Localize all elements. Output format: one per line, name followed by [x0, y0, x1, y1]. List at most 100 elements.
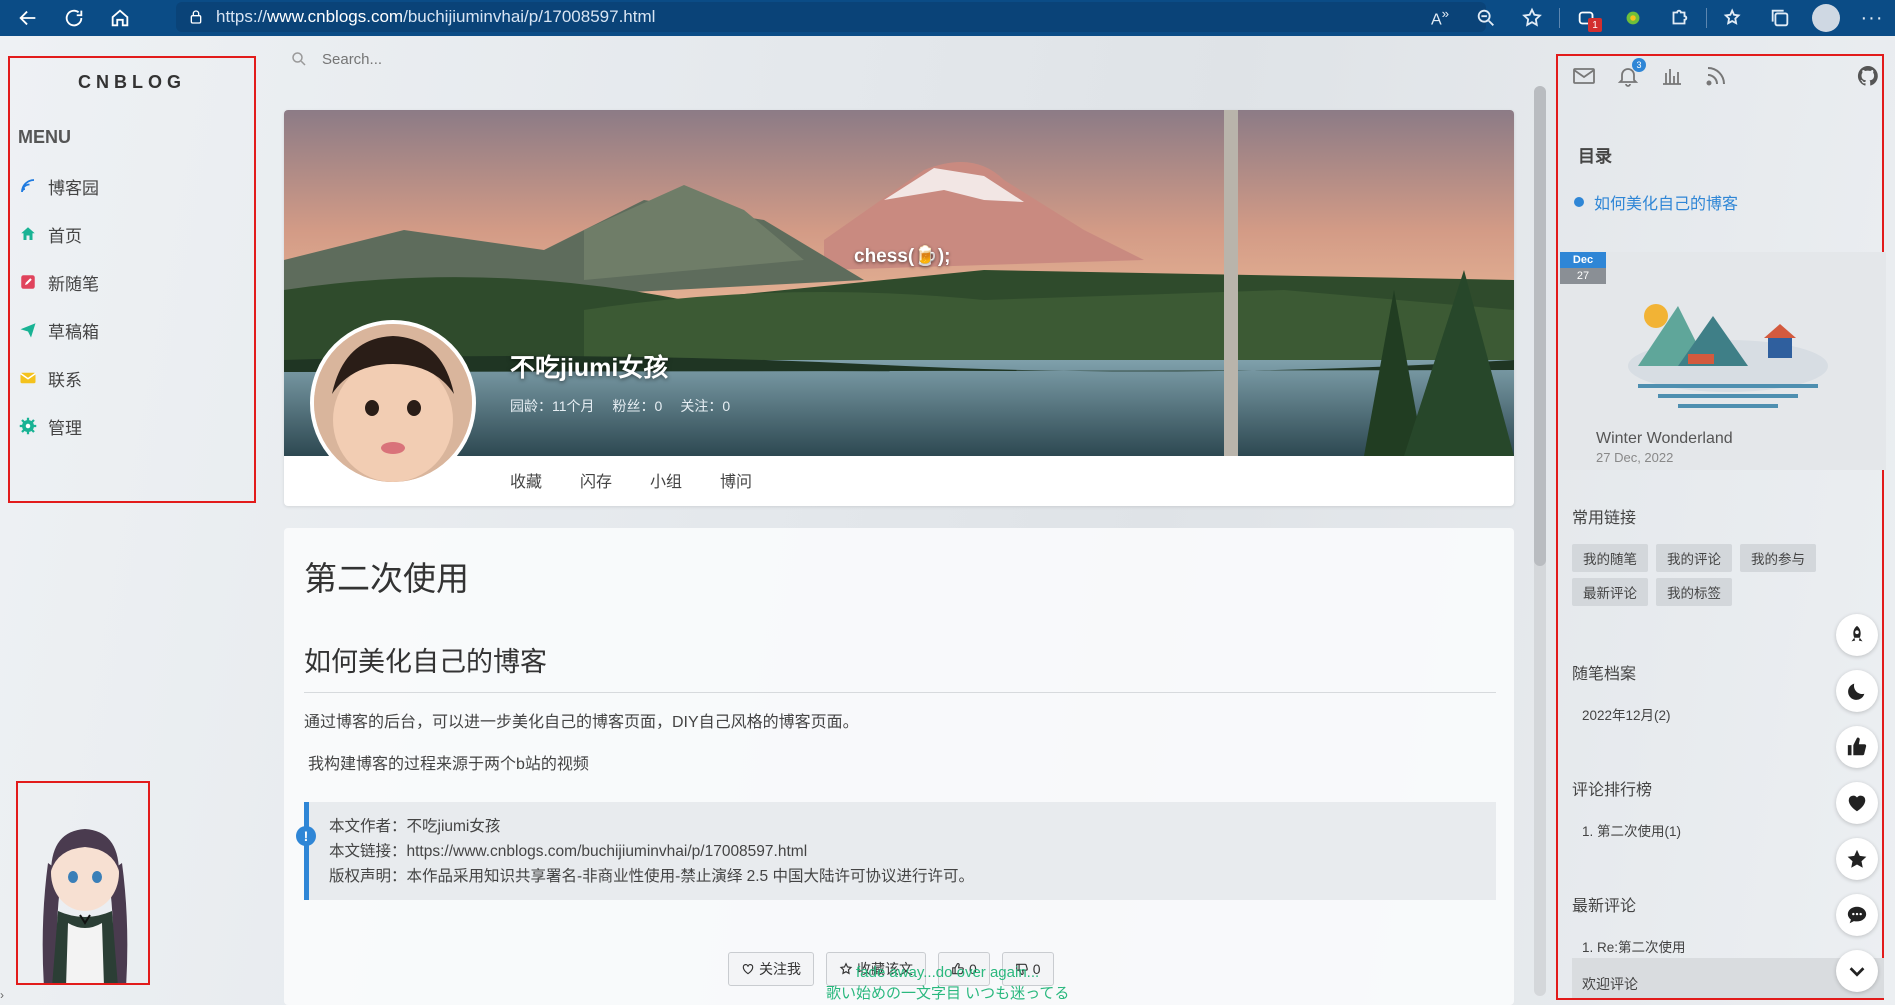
profile-avatar [1812, 4, 1840, 32]
extension-button-2[interactable] [1610, 0, 1656, 36]
post-paragraph: 通过博客的后台，可以进一步美化自己的博客页面，DIY自己风格的博客页面。 [304, 714, 859, 731]
search-input[interactable] [322, 50, 722, 68]
scrollbar-thumb[interactable] [1534, 86, 1546, 566]
rank-item[interactable]: 1. 第二次使用(1) [1582, 820, 1681, 840]
main-scrollbar[interactable] [1534, 86, 1546, 996]
post-title[interactable]: 第二次使用 [304, 552, 469, 600]
blogger-name[interactable]: 不吃jiumi女孩 [510, 348, 668, 384]
links-row: 最新评论 我的标签 [1572, 578, 1732, 606]
read-aloud-button[interactable]: A» [1417, 0, 1463, 36]
more-dots-icon: ··· [1860, 6, 1884, 29]
menu-item-drafts[interactable]: 草稿箱 [18, 306, 254, 354]
extension-badge: 1 [1588, 18, 1602, 32]
date-day: 27 [1560, 268, 1606, 284]
stat-following[interactable]: 关注：0 [680, 396, 730, 416]
copyright-notice: ! 本文作者：不吃jiumi女孩 本文链接：https://www.cnblog… [296, 802, 1496, 900]
nav-groups[interactable]: 小组 [650, 468, 682, 492]
lock-icon [176, 9, 216, 25]
star-icon [1847, 849, 1867, 868]
links-title: 常用链接 [1572, 510, 1637, 527]
stat-age: 园龄：11个月 [510, 398, 595, 414]
rocket-button[interactable] [1836, 614, 1878, 656]
back-button[interactable] [10, 0, 46, 36]
menu-item-home[interactable]: 首页 [18, 210, 254, 258]
extensions-button[interactable] [1656, 0, 1702, 36]
star-add-icon [1522, 7, 1542, 27]
menu-item-label: 博客园 [48, 178, 99, 198]
links-row: 我的随笔 我的评论 我的参与 [1572, 544, 1816, 572]
menu-item-contact[interactable]: 联系 [18, 354, 254, 402]
dark-mode-button[interactable] [1836, 670, 1878, 712]
stats-button[interactable] [1660, 64, 1684, 88]
home-icon [18, 224, 38, 244]
comment-button[interactable] [1836, 894, 1878, 936]
url-prefix: https:// [216, 7, 268, 26]
profile-button[interactable] [1803, 0, 1849, 36]
edit-icon [18, 272, 38, 292]
toc-item[interactable]: 如何美化自己的博客 [1574, 190, 1738, 214]
extension-button[interactable]: 1 [1564, 0, 1610, 36]
thumbs-up-icon [1847, 737, 1867, 756]
menu-item-new-post[interactable]: 新随笔 [18, 258, 254, 306]
nav-questions[interactable]: 博问 [720, 468, 752, 492]
site-brand[interactable]: CNBLOG [10, 72, 254, 93]
nav-flash[interactable]: 闪存 [580, 468, 612, 492]
live2d-mascot[interactable] [16, 781, 150, 985]
toolbar-divider-2 [1706, 8, 1707, 28]
puzzle-icon [1672, 9, 1688, 25]
winter-illustration [1628, 304, 1828, 408]
right-sidebar: 3 目录 如何美化自己的博客 Dec 27 Winter Wonderland … [1556, 54, 1886, 1000]
floating-toolbar [1836, 614, 1878, 992]
favorites-button[interactable] [1711, 0, 1757, 36]
featured-post-card[interactable]: Dec 27 Winter Wonderland 27 Dec, 2022 [1560, 252, 1886, 470]
home-button[interactable] [102, 0, 138, 36]
link-latest-comments[interactable]: 最新评论 [1572, 578, 1648, 606]
menu-item-admin[interactable]: 管理 [18, 402, 254, 450]
profile-hero-card: chess(🍺); 不吃jiumi女孩 园龄：11个月 粉丝：0 关注：0 收藏… [284, 110, 1514, 506]
lyric-line: fade away...do over again... [856, 964, 1040, 981]
collections-icon [1771, 9, 1789, 27]
zoom-out-icon [1477, 9, 1494, 26]
lyric-line: 歌い始めの一文字目 いつも迷ってる [826, 985, 1070, 1002]
github-button[interactable] [1856, 64, 1880, 88]
follow-float-button[interactable] [1836, 782, 1878, 824]
collect-float-button[interactable] [1836, 838, 1878, 880]
archive-item[interactable]: 2022年12月(2) [1582, 704, 1671, 724]
link-my-tags[interactable]: 我的标签 [1656, 578, 1732, 606]
notification-button[interactable]: 3 [1616, 58, 1646, 88]
hero-tagline: chess(🍺); [854, 246, 951, 267]
link-my-participation[interactable]: 我的参与 [1740, 544, 1816, 572]
cnblogs-icon [18, 176, 38, 196]
recommend-button[interactable] [1836, 726, 1878, 768]
menu-item-cnblogs[interactable]: 博客园 [18, 162, 254, 210]
heading-divider [304, 692, 1496, 693]
blogger-avatar[interactable] [310, 320, 476, 486]
latest-comment-item[interactable]: 1. Re:第二次使用 [1582, 936, 1686, 956]
scroll-down-button[interactable] [1836, 950, 1878, 992]
follow-button[interactable]: 关注我 [728, 952, 814, 986]
menu-title: MENU [18, 127, 71, 147]
zoom-button[interactable] [1463, 0, 1509, 36]
settings-menu-button[interactable]: ··· [1849, 0, 1895, 36]
copyright-link[interactable]: 本文链接：https://www.cnblogs.com/buchijiumin… [329, 839, 1496, 864]
collections-button[interactable] [1757, 0, 1803, 36]
post-heading: 如何美化自己的博客 [304, 647, 547, 677]
rss-button[interactable] [1704, 64, 1728, 88]
chevron-right-icon[interactable]: › [0, 988, 4, 1002]
favorite-add-button[interactable] [1509, 0, 1555, 36]
envelope-icon [1573, 68, 1595, 84]
message-button[interactable] [1572, 64, 1596, 88]
address-bar[interactable]: https://www.cnblogs.com/buchijiuminvhai/… [176, 2, 1486, 32]
post-paragraph: 我构建博客的过程来源于两个b站的视频 [308, 756, 589, 773]
heart-outline-icon [742, 964, 754, 975]
menu-item-label: 联系 [48, 370, 82, 390]
moon-icon [1848, 683, 1865, 700]
nav-favorites[interactable]: 收藏 [510, 468, 542, 492]
anime-girl-image [42, 829, 128, 983]
refresh-button[interactable] [56, 0, 92, 36]
stat-fans[interactable]: 粉丝：0 [613, 396, 663, 416]
link-my-comments[interactable]: 我的评论 [1656, 544, 1732, 572]
rocket-icon [1851, 625, 1863, 642]
toc-title: 目录 [1578, 147, 1612, 166]
link-my-posts[interactable]: 我的随笔 [1572, 544, 1648, 572]
